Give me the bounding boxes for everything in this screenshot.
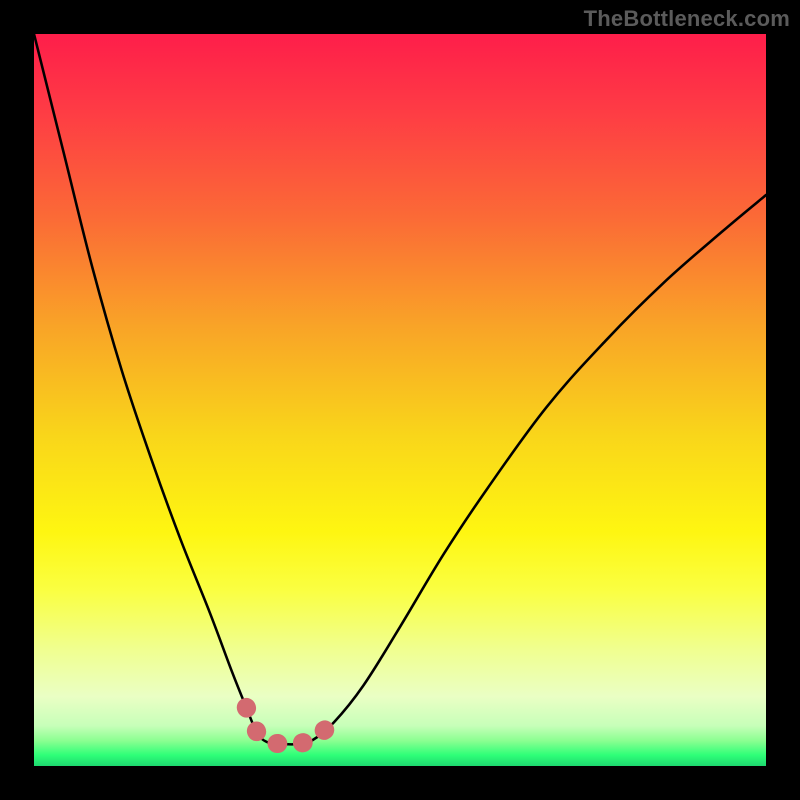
watermark-text: TheBottleneck.com (584, 6, 790, 32)
plot-area (34, 34, 766, 766)
chart-frame: TheBottleneck.com (0, 0, 800, 800)
fit-zone-markers (246, 707, 334, 744)
bottleneck-curve (34, 34, 766, 744)
chart-svg (34, 34, 766, 766)
